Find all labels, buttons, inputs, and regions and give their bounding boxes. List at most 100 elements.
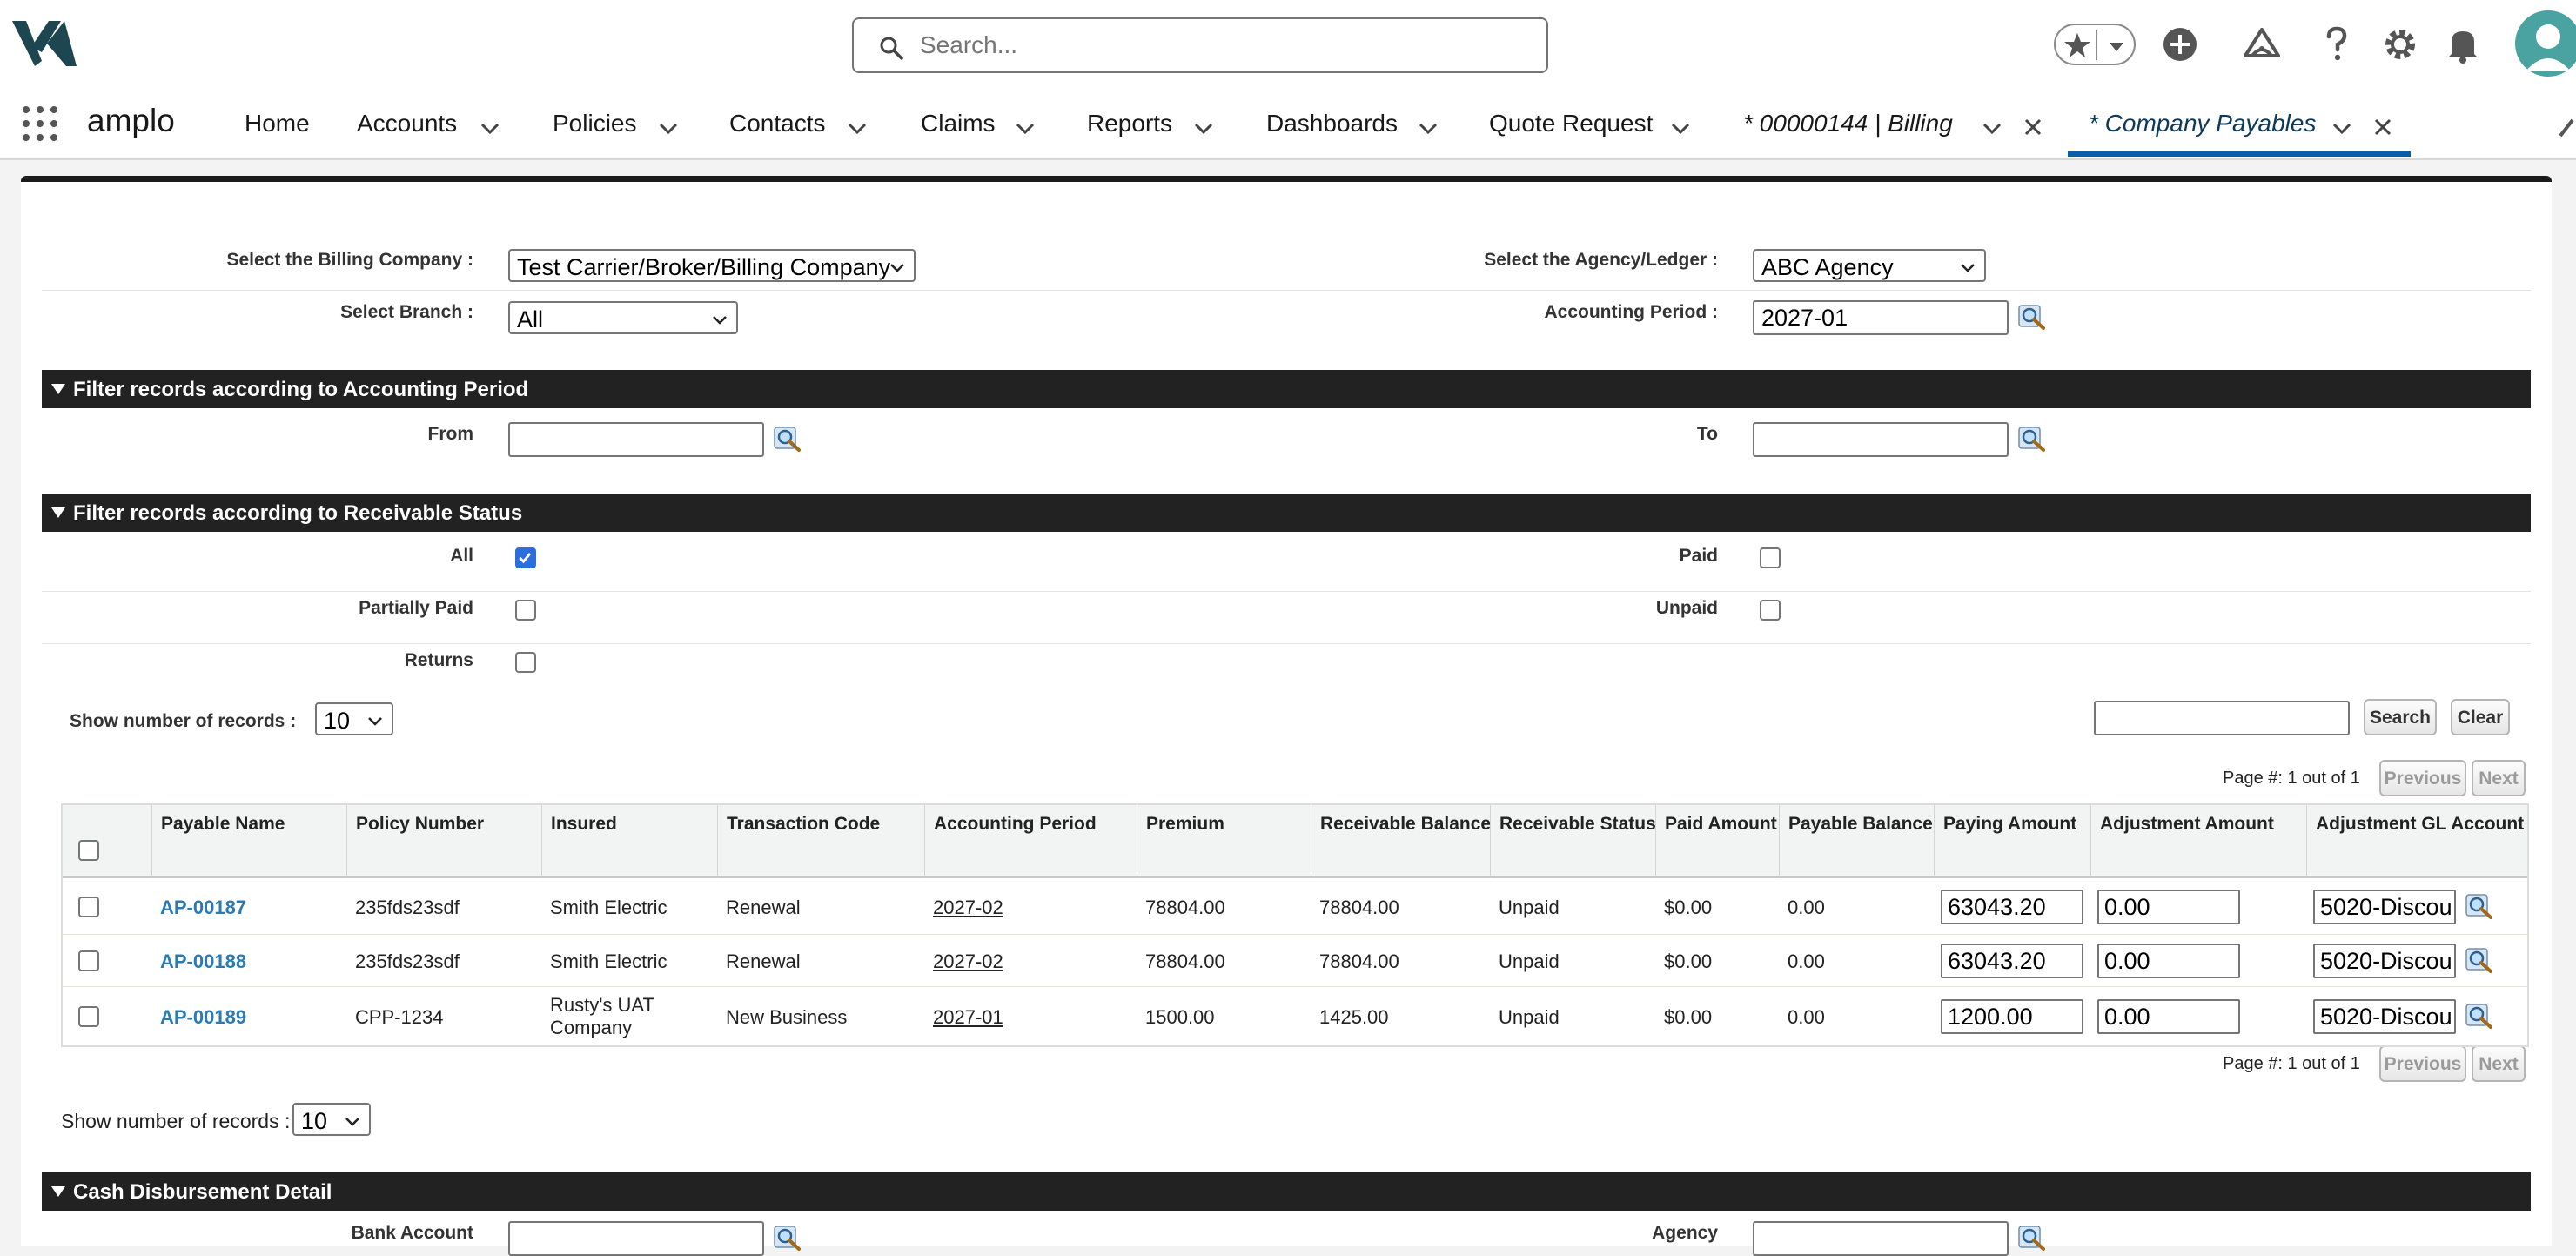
nav-item-claims[interactable]: Claims (921, 110, 996, 138)
column-header[interactable]: Receivable Status (1490, 805, 1656, 878)
chevron-down-icon[interactable] (1669, 117, 1692, 139)
adjustment-gl-account-input[interactable]: 5020-Discou (2313, 890, 2456, 924)
add-icon[interactable] (2158, 23, 2202, 66)
status-all-checkbox[interactable] (515, 547, 536, 568)
column-header[interactable]: Transaction Code (717, 805, 924, 878)
column-header[interactable]: Policy Number (346, 805, 541, 878)
payable-name-link[interactable]: AP-00189 (160, 1006, 246, 1029)
logo-icon[interactable] (12, 17, 82, 70)
nav-item-quote-request[interactable]: Quote Request (1489, 110, 1653, 138)
lookup-icon[interactable] (773, 424, 802, 453)
accounting-period-link[interactable]: 2027-02 (933, 897, 1003, 919)
nav-item-contacts[interactable]: Contacts (729, 110, 826, 138)
chevron-down-icon[interactable] (2331, 117, 2353, 139)
column-header[interactable]: Accounting Period (924, 805, 1137, 878)
status-partially-paid-checkbox[interactable] (515, 600, 536, 621)
bank-account-input[interactable] (508, 1221, 764, 1256)
column-header[interactable]: Payable Name (151, 805, 346, 878)
lookup-icon[interactable] (2465, 1001, 2494, 1031)
column-header[interactable]: Premium (1137, 805, 1311, 878)
clear-button[interactable]: Clear (2451, 699, 2510, 735)
adjustment-gl-account-input[interactable]: 5020-Discou (2313, 944, 2456, 978)
to-date-input[interactable] (1753, 422, 2009, 457)
collapse-triangle-icon[interactable] (50, 382, 66, 396)
row-checkbox[interactable] (78, 897, 99, 917)
search-button[interactable]: Search (2364, 699, 2437, 735)
accounting-period-link[interactable]: 2027-01 (933, 1006, 1003, 1029)
paying-amount-input[interactable]: 1200.00 (1941, 999, 2083, 1034)
select-all-checkbox[interactable] (78, 840, 99, 861)
previous-button[interactable]: Previous (2379, 760, 2466, 796)
agency-select[interactable]: ABC Agency (1753, 249, 1986, 282)
search-input[interactable] (920, 28, 1512, 63)
close-icon[interactable] (2023, 117, 2043, 138)
star-icon[interactable] (2063, 30, 2092, 60)
section-cash-disbursement[interactable]: Cash Disbursement Detail (42, 1172, 2531, 1211)
column-header[interactable]: Insured (541, 805, 717, 878)
lookup-icon[interactable] (2465, 945, 2494, 975)
billing-company-select[interactable]: Test Carrier/Broker/Billing Company (508, 249, 916, 282)
close-icon[interactable] (2372, 117, 2393, 138)
lookup-icon[interactable] (2465, 891, 2494, 921)
agency-lookup-input[interactable] (1753, 1221, 2009, 1256)
lookup-icon[interactable] (773, 1223, 802, 1253)
chevron-down-icon[interactable] (1417, 117, 1439, 139)
next-button[interactable]: Next (2472, 760, 2526, 796)
row-checkbox[interactable] (78, 950, 99, 971)
column-header[interactable]: Paying Amount (1934, 805, 2090, 878)
column-header[interactable]: Adjustment Amount (2090, 805, 2306, 878)
bell-icon[interactable] (2441, 23, 2485, 66)
tab-company-payables[interactable]: * Company Payables (2089, 110, 2316, 138)
trailhead-icon[interactable] (2240, 23, 2284, 66)
previous-button-bottom[interactable]: Previous (2379, 1045, 2466, 1082)
paying-amount-input[interactable]: 63043.20 (1941, 890, 2083, 924)
accounting-period-link[interactable]: 2027-02 (933, 950, 1003, 973)
column-header[interactable]: Adjustment GL Account (2306, 805, 2527, 878)
chevron-down-icon[interactable] (1014, 117, 1036, 139)
status-returns-checkbox[interactable] (515, 652, 536, 673)
section-receivable-status[interactable]: Filter records according to Receivable S… (42, 494, 2531, 532)
lookup-icon[interactable] (2017, 424, 2047, 453)
table-search-input[interactable] (2094, 701, 2350, 735)
nav-item-policies[interactable]: Policies (553, 110, 636, 138)
from-date-input[interactable] (508, 422, 764, 457)
app-launcher-icon[interactable] (21, 104, 59, 143)
payable-name-link[interactable]: AP-00187 (160, 897, 246, 919)
user-avatar-icon[interactable] (2515, 10, 2576, 77)
accounting-period-input[interactable]: 2027-01 (1753, 300, 2009, 335)
column-header[interactable]: Paid Amount (1655, 805, 1779, 878)
status-paid-checkbox[interactable] (1760, 547, 1781, 568)
favorites-button-group[interactable] (2054, 24, 2136, 65)
collapse-triangle-icon[interactable] (50, 1185, 66, 1199)
chevron-down-icon[interactable] (846, 117, 869, 139)
lookup-icon[interactable] (2017, 302, 2047, 332)
collapse-triangle-icon[interactable] (50, 506, 66, 520)
help-icon[interactable] (2315, 23, 2358, 66)
edit-icon[interactable] (2557, 115, 2576, 139)
section-accounting-period[interactable]: Filter records according to Accounting P… (42, 370, 2531, 408)
row-checkbox[interactable] (78, 1006, 99, 1027)
chevron-down-icon[interactable] (1192, 117, 1215, 139)
adjustment-amount-input[interactable]: 0.00 (2097, 944, 2240, 978)
show-records-select-bottom[interactable]: 10 (292, 1103, 371, 1136)
adjustment-amount-input[interactable]: 0.00 (2097, 999, 2240, 1034)
global-search[interactable] (852, 17, 1548, 73)
show-records-select[interactable]: 10 (315, 702, 393, 735)
gear-icon[interactable] (2378, 23, 2422, 66)
status-unpaid-checkbox[interactable] (1760, 600, 1781, 621)
nav-item-home[interactable]: Home (245, 110, 310, 138)
column-header[interactable]: Payable Balance (1779, 805, 1934, 878)
nav-item-accounts[interactable]: Accounts (357, 110, 457, 138)
payable-name-link[interactable]: AP-00188 (160, 950, 246, 973)
tab-billing[interactable]: * 00000144 | Billing (1743, 110, 1953, 138)
nav-item-dashboards[interactable]: Dashboards (1266, 110, 1398, 138)
column-header[interactable]: Receivable Balance (1311, 805, 1491, 878)
lookup-icon[interactable] (2017, 1223, 2047, 1253)
chevron-down-icon[interactable] (2104, 34, 2129, 58)
paying-amount-input[interactable]: 63043.20 (1941, 944, 2083, 978)
chevron-down-icon[interactable] (1981, 117, 2003, 139)
next-button-bottom[interactable]: Next (2472, 1045, 2526, 1082)
nav-item-reports[interactable]: Reports (1087, 110, 1172, 138)
chevron-down-icon[interactable] (657, 117, 680, 139)
branch-select[interactable]: All (508, 301, 738, 334)
